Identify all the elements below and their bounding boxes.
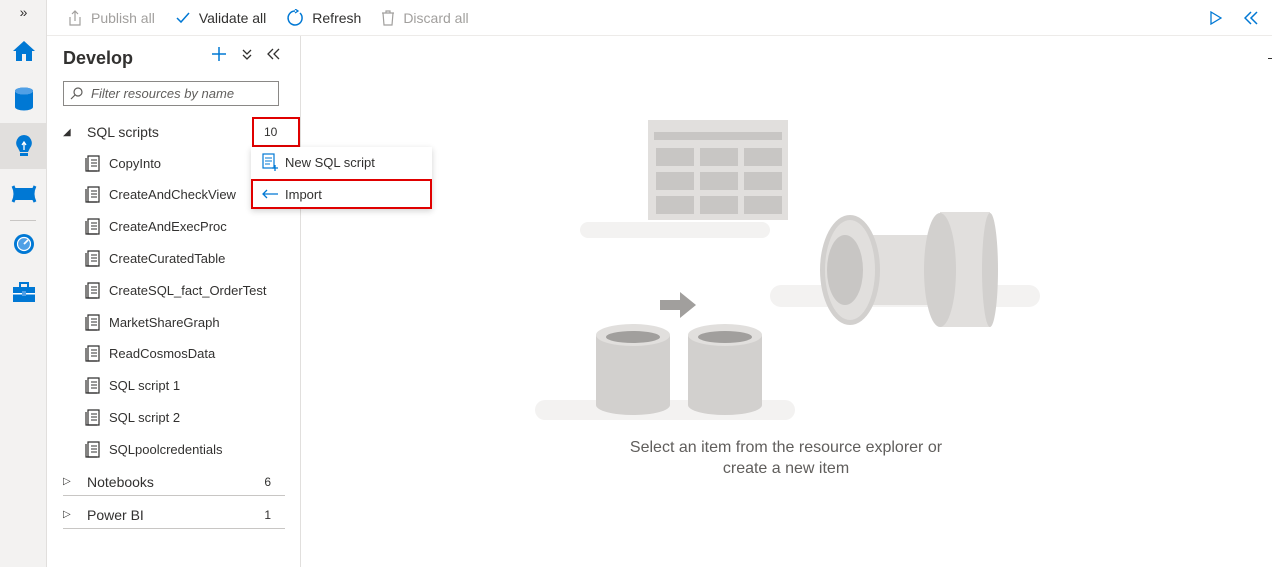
power-bi-count: 1 — [264, 507, 271, 522]
sql-script-item[interactable]: SQL script 1 — [85, 372, 180, 400]
sql-script-label: CreateCuratedTable — [109, 250, 226, 266]
discard-all-button[interactable]: Discard all — [381, 0, 469, 36]
group-label-power-bi: Power BI — [87, 506, 144, 523]
publish-all-label: Publish all — [91, 9, 155, 26]
left-nav-rail: » — [0, 0, 47, 567]
context-menu: New SQL script Import — [251, 147, 432, 209]
sql-script-item[interactable]: SQL script 2 — [85, 403, 180, 431]
sql-script-icon — [85, 409, 100, 426]
import-label: Import — [285, 186, 322, 202]
new-script-icon — [262, 153, 278, 171]
sql-script-icon — [85, 377, 100, 394]
filter-resources-input[interactable]: Filter resources by name — [63, 81, 279, 106]
add-resource-icon[interactable] — [211, 46, 227, 62]
sql-script-label: SQLpoolcredentials — [109, 441, 223, 457]
sql-script-item[interactable]: MarketShareGraph — [85, 308, 220, 336]
filter-placeholder: Filter resources by name — [91, 86, 235, 101]
sql-script-label: CreateAndExecProc — [109, 219, 227, 235]
pipeline-icon — [11, 185, 36, 203]
sql-script-icon — [85, 441, 100, 458]
refresh-icon — [287, 8, 304, 26]
sql-script-item[interactable]: SQLpoolcredentials — [85, 435, 222, 463]
toolbox-icon — [12, 282, 35, 302]
sql-script-label: CreateAndCheckView — [109, 187, 236, 203]
monitor-gauge-icon — [13, 234, 34, 254]
expanded-caret-icon: ◢ — [63, 126, 71, 138]
refresh-label: Refresh — [312, 9, 362, 26]
sql-script-icon — [85, 186, 100, 203]
empty-state-message: Select an item from the resource explore… — [560, 437, 1012, 479]
integrate-hub-button[interactable] — [0, 171, 47, 217]
discard-all-label: Discard all — [403, 9, 469, 26]
collapsed-caret-icon: ▷ — [63, 509, 71, 520]
sql-script-label: MarketShareGraph — [109, 314, 220, 330]
import-arrow-icon — [262, 189, 278, 199]
collapsed-caret-icon: ▷ — [63, 476, 71, 487]
validate-all-button[interactable]: Validate all — [175, 0, 266, 36]
sql-script-label: CreateSQL_fact_OrderTest — [109, 282, 267, 298]
develop-panel: Develop Filter resources by name ◢ SQL s… — [47, 36, 301, 567]
home-hub-button[interactable] — [0, 28, 47, 74]
refresh-button[interactable]: Refresh — [286, 0, 361, 36]
empty-state-line-2: create a new item — [722, 460, 850, 477]
home-icon — [12, 41, 35, 61]
sql-script-item[interactable]: CreateSQL_fact_OrderTest — [85, 276, 267, 304]
sql-script-icon — [85, 154, 100, 172]
empty-state-line-1: Select an item from the resource explore… — [629, 439, 943, 456]
sql-script-label: ReadCosmosData — [109, 346, 216, 362]
expand-nav-icon[interactable]: » — [0, 4, 47, 26]
edge-marker — [1268, 58, 1272, 59]
data-hub-button[interactable] — [0, 76, 47, 122]
database-icon — [14, 87, 33, 111]
menu-item-import[interactable]: Import — [251, 179, 432, 209]
collapse-panel-icon[interactable] — [1244, 11, 1258, 25]
trash-icon — [382, 9, 395, 26]
menu-item-new-sql-script[interactable]: New SQL script — [251, 147, 432, 177]
panel-title: Develop — [63, 48, 134, 68]
collapse-explorer-icon[interactable] — [267, 48, 281, 60]
group-label-notebooks: Notebooks — [87, 473, 154, 490]
sql-scripts-count: 10 — [264, 125, 278, 139]
new-sql-script-label: New SQL script — [285, 154, 375, 170]
manage-hub-button[interactable] — [0, 269, 47, 315]
sql-script-item[interactable]: CreateAndExecProc — [85, 213, 227, 241]
checkmark-icon — [176, 12, 190, 23]
sql-script-label: SQL script 1 — [109, 378, 181, 394]
top-toolbar: Publish all Validate all Refresh Discard… — [47, 0, 1272, 36]
sql-script-icon — [85, 218, 100, 235]
sql-script-icon — [85, 313, 100, 331]
sql-script-item[interactable]: ReadCosmosData — [85, 340, 215, 368]
sql-script-item[interactable]: CreateAndCheckView — [85, 181, 236, 209]
group-notebooks[interactable]: ▷ Notebooks 6 — [63, 468, 285, 496]
develop-bulb-icon — [15, 135, 32, 156]
monitor-hub-button[interactable] — [0, 221, 47, 267]
panel-actions — [211, 46, 281, 62]
sql-script-icon — [85, 282, 100, 299]
run-play-icon[interactable] — [1210, 11, 1222, 25]
expand-all-icon[interactable] — [241, 47, 253, 61]
sql-script-item[interactable]: CreateCuratedTable — [85, 244, 225, 272]
sql-script-icon — [85, 345, 100, 362]
notebooks-count: 6 — [264, 474, 271, 489]
sql-script-icon — [85, 250, 100, 267]
sql-script-label: SQL script 2 — [109, 409, 181, 425]
develop-hub-button[interactable] — [0, 123, 47, 169]
sql-script-label: CopyInto — [109, 155, 162, 171]
group-power-bi[interactable]: ▷ Power BI 1 — [63, 501, 285, 529]
search-icon — [70, 87, 83, 100]
group-label-sql-scripts: SQL scripts — [87, 124, 159, 140]
publish-icon — [69, 9, 81, 26]
publish-all-button[interactable]: Publish all — [67, 0, 155, 36]
sql-scripts-count-actions[interactable]: 10 — [252, 117, 300, 147]
empty-state-illustration — [535, 120, 1040, 420]
validate-all-label: Validate all — [198, 9, 267, 26]
sql-script-item[interactable]: CopyInto — [85, 149, 161, 177]
